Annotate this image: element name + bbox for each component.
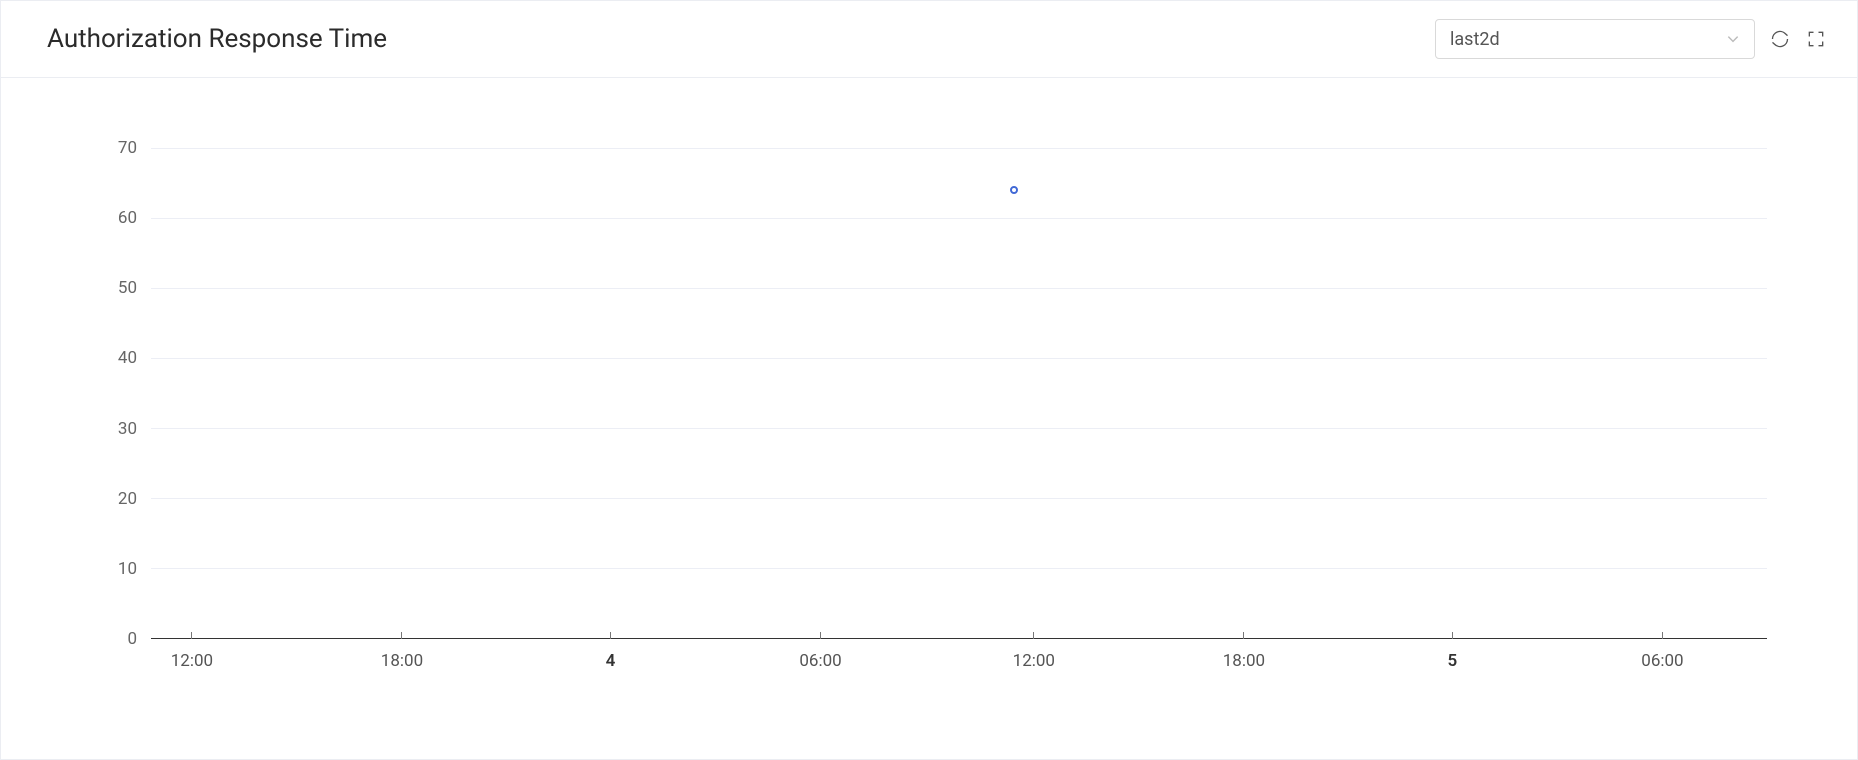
grid-line <box>151 428 1767 429</box>
y-tick-label: 50 <box>118 278 137 298</box>
data-point <box>1010 186 1018 194</box>
grid-line <box>151 498 1767 499</box>
plot: 010203040506070 12:0018:00406:0012:0018:… <box>91 148 1767 699</box>
grid-line <box>151 568 1767 569</box>
chart-area: 0 10 20 30 40 50 60 70 12:00 18:00 4 06:00 12:00 18:… <box>1 78 1857 759</box>
x-tick-label: 18:00 <box>1223 651 1265 671</box>
y-tick-label: 40 <box>118 348 137 368</box>
grid-line <box>151 358 1767 359</box>
x-tick-label: 12:00 <box>171 651 213 671</box>
y-tick-label: 30 <box>118 419 137 439</box>
refresh-icon <box>1770 29 1790 49</box>
x-tick-label: 12:00 <box>1013 651 1055 671</box>
x-tick-mark <box>191 632 192 639</box>
expand-icon <box>1806 29 1826 49</box>
x-tick-mark <box>1452 632 1453 639</box>
refresh-button[interactable] <box>1769 28 1791 50</box>
grid-area <box>151 148 1767 639</box>
y-tick-label: 10 <box>118 559 137 579</box>
x-tick-mark <box>401 632 402 639</box>
x-tick-mark <box>1243 632 1244 639</box>
y-axis: 010203040506070 <box>91 148 151 639</box>
chevron-down-icon <box>1726 32 1740 46</box>
grid-line <box>151 218 1767 219</box>
x-tick-mark <box>1662 632 1663 639</box>
x-tick-label: 18:00 <box>381 651 423 671</box>
y-tick-label: 70 <box>118 138 137 158</box>
y-tick-label: 20 <box>118 489 137 509</box>
panel-title: Authorization Response Time <box>47 24 387 54</box>
x-tick-label: 4 <box>606 651 616 671</box>
x-axis: 12:00 18:00 4 06:00 12:00 18:00 5 06:00 <box>151 639 1767 699</box>
expand-button[interactable] <box>1805 28 1827 50</box>
x-tick-mark <box>820 632 821 639</box>
time-range-select[interactable]: last2d <box>1435 19 1755 59</box>
grid-line <box>151 288 1767 289</box>
grid-line <box>151 148 1767 149</box>
x-tick-label: 06:00 <box>799 651 841 671</box>
panel-controls: last2d <box>1435 19 1827 59</box>
chart-panel: Authorization Response Time last2d <box>0 0 1858 760</box>
panel-header: Authorization Response Time last2d <box>1 1 1857 78</box>
y-tick-label: 60 <box>118 208 137 228</box>
y-tick-label: 0 <box>127 629 137 649</box>
x-tick-mark <box>610 632 611 639</box>
time-range-value: last2d <box>1450 29 1500 50</box>
x-tick-label: 06:00 <box>1641 651 1683 671</box>
x-tick-label: 5 <box>1448 651 1458 671</box>
x-tick-mark <box>1033 632 1034 639</box>
